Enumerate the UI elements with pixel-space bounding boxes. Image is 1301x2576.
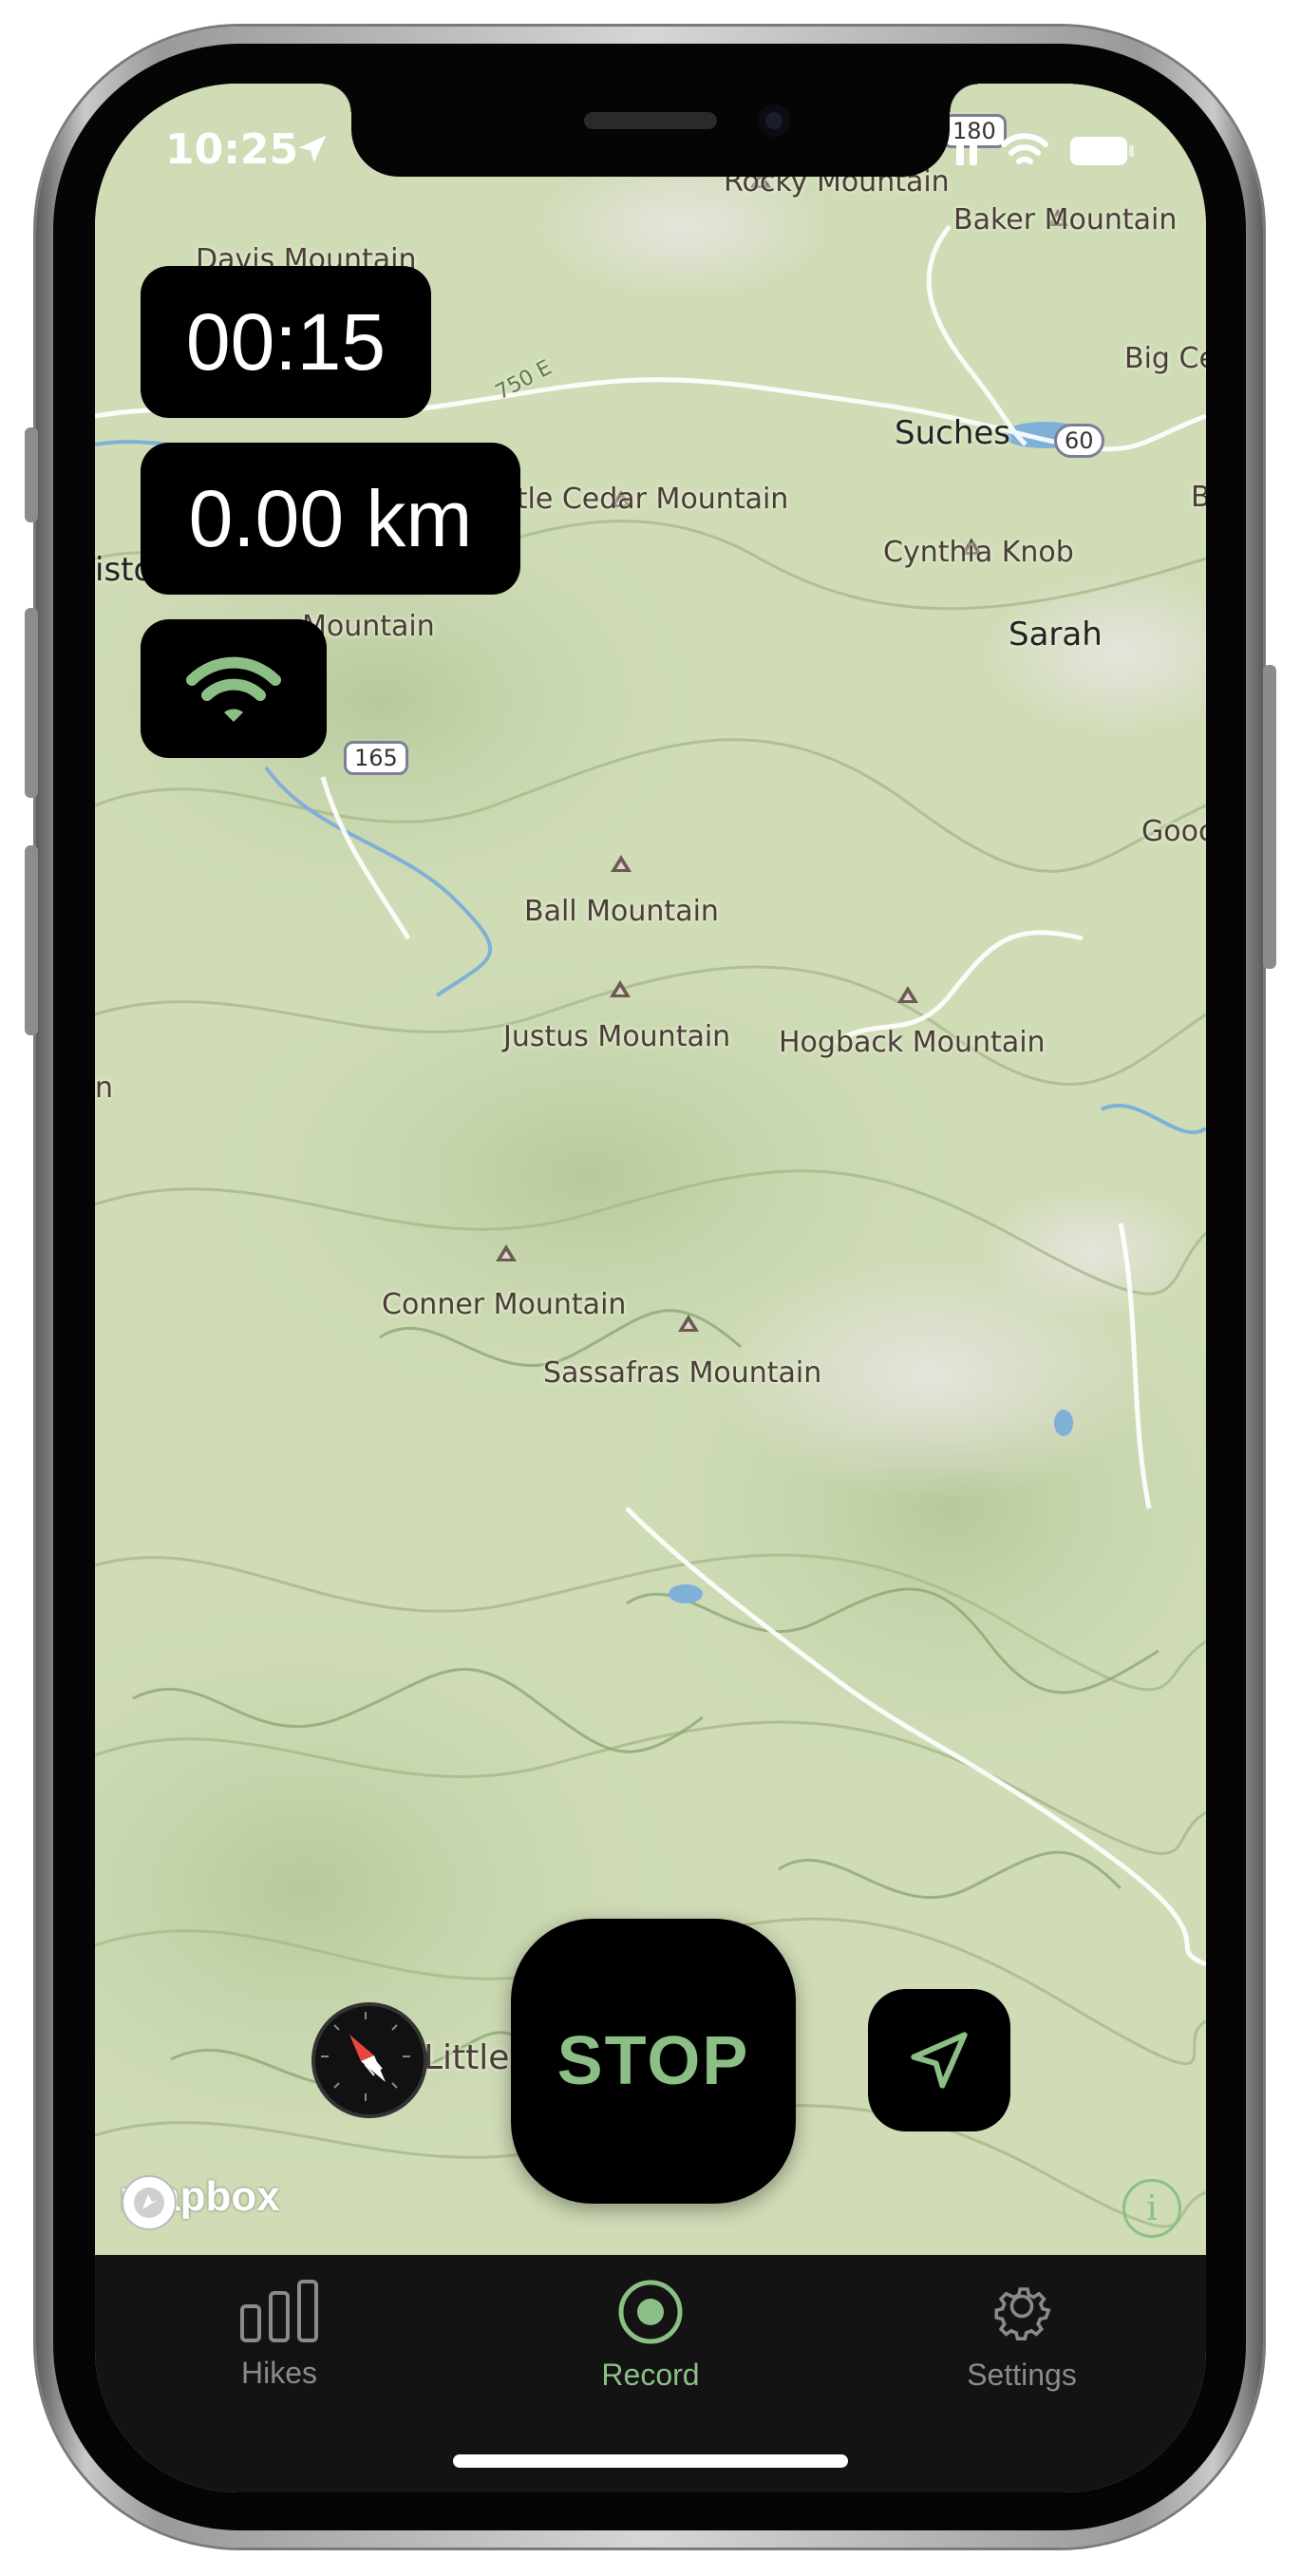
place-label: ttle Cedar Mountain (505, 483, 789, 516)
place-label: Conner Mountain (382, 1288, 627, 1321)
tab-label: Record (601, 2358, 700, 2392)
mute-switch (25, 427, 38, 522)
tab-hikes[interactable]: Hikes (175, 2278, 384, 2391)
place-label: n (95, 1071, 114, 1105)
road-shield: 60 (1054, 424, 1104, 458)
home-indicator[interactable] (453, 2454, 848, 2468)
speaker (584, 112, 717, 129)
place-label: Big Ce (1124, 342, 1206, 375)
road-shield: 165 (344, 741, 408, 775)
peak-marker (610, 980, 631, 997)
mapbox-logo-icon (122, 2175, 177, 2230)
power-button (1263, 665, 1276, 969)
notch (323, 84, 978, 177)
tab-record[interactable]: Record (546, 2278, 755, 2393)
place-label: Ball Mountain (524, 895, 719, 928)
compass-icon: N (321, 2012, 410, 2101)
distance-traveled: 0.00 km (141, 443, 520, 595)
front-camera (758, 104, 790, 137)
peak-marker (611, 855, 632, 872)
wifi-status-icon (1001, 133, 1048, 164)
place-label: Little (424, 2038, 510, 2077)
status-time: 10:25 (165, 125, 299, 174)
cellular-signal-icon (956, 139, 977, 165)
peak-marker (678, 1315, 699, 1332)
battery-icon (1070, 137, 1134, 165)
gps-signal-icon (186, 656, 281, 722)
peak-marker (897, 986, 918, 1003)
screen: Rocky Mountain Baker Mountain Davis Moun… (95, 84, 1206, 2492)
gear-icon (994, 2287, 1051, 2340)
info-icon[interactable]: i (1122, 2179, 1181, 2238)
place-label: Hogback Mountain (779, 1026, 1046, 1059)
location-arrow-icon (298, 135, 327, 163)
place-label: Justus Mountain (503, 1020, 731, 1053)
place-label: Sarah (1009, 616, 1103, 653)
place-label: Baker Mountain (953, 203, 1178, 237)
place-label: Bl (1191, 481, 1206, 514)
elapsed-time: 00:15 (141, 266, 431, 418)
bar-chart-icon (240, 2280, 318, 2342)
navigation-arrow-icon (911, 2032, 968, 2089)
compass-button[interactable]: N (311, 2002, 427, 2118)
recenter-location-button[interactable] (868, 1989, 1010, 2131)
gps-signal-badge (141, 619, 327, 758)
place-label: Cynthia Knob (883, 536, 1074, 569)
tab-label: Settings (967, 2358, 1077, 2392)
status-icons (954, 133, 1135, 169)
record-icon (618, 2280, 683, 2344)
tab-label: Hikes (240, 2356, 317, 2390)
mapbox-attribution[interactable]: mapbox (120, 2173, 280, 2230)
place-label: Gooc (1141, 815, 1206, 848)
stop-recording-button[interactable]: STOP (511, 1919, 796, 2204)
volume-down-button (25, 845, 38, 1035)
peak-marker (496, 1244, 517, 1261)
place-label: Suches (895, 414, 1011, 452)
volume-up-button (25, 608, 38, 798)
place-label: Sassafras Mountain (543, 1356, 822, 1390)
tab-settings[interactable]: Settings (917, 2278, 1126, 2393)
